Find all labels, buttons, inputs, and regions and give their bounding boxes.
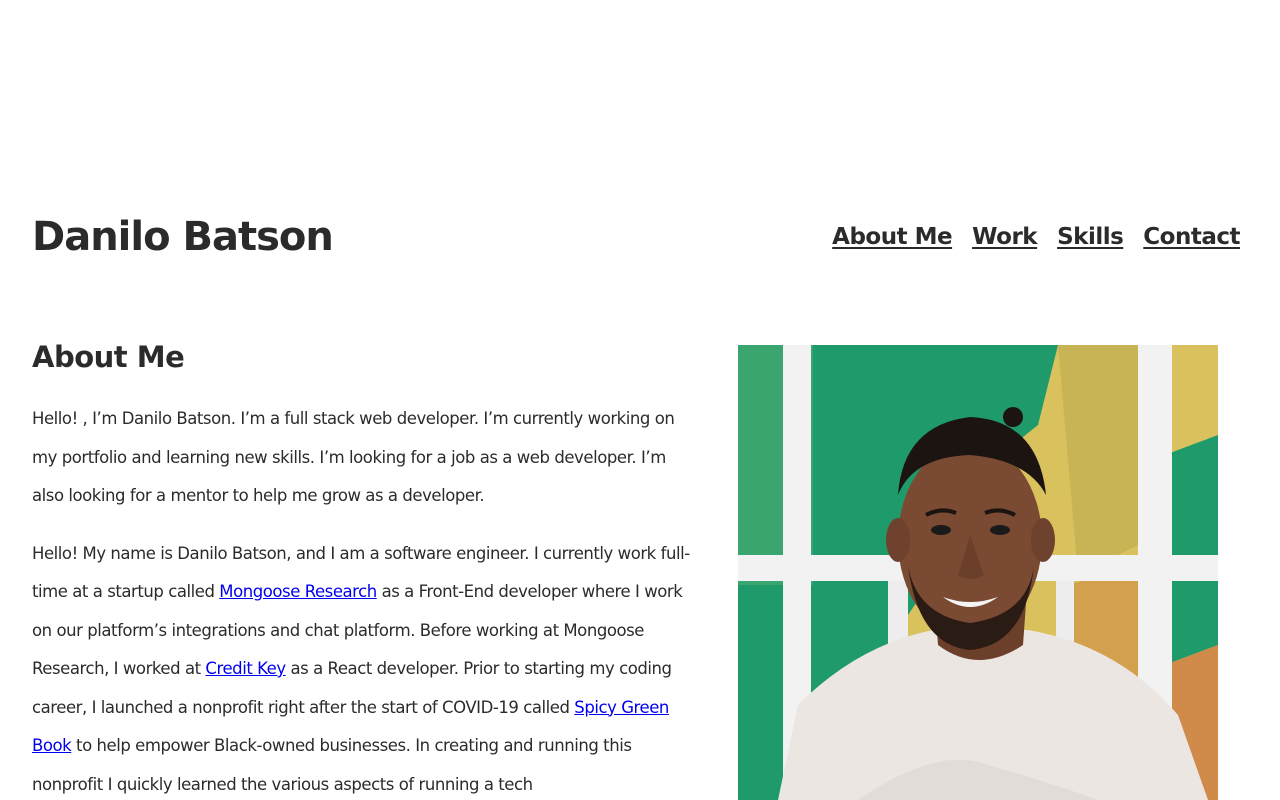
nav-link-contact[interactable]: Contact [1143, 224, 1240, 250]
main-nav: About Me Work Skills Contact [832, 224, 1240, 250]
about-heading: About Me [32, 340, 185, 374]
about-paragraph-1: Hello! , I’m Danilo Batson. I’m a full s… [32, 409, 675, 505]
credit-key-link[interactable]: Credit Key [205, 659, 286, 678]
site-header: Danilo Batson About Me Work Skills Conta… [32, 205, 1240, 269]
about-paragraph-2-text-4: to help empower Black-owned businesses. … [32, 736, 632, 794]
mongoose-research-link[interactable]: Mongoose Research [219, 582, 377, 601]
nav-link-work[interactable]: Work [972, 224, 1038, 250]
about-paragraph-2: Hello! My name is Danilo Batson, and I a… [32, 535, 702, 800]
page: Danilo Batson About Me Work Skills Conta… [0, 0, 1280, 800]
portrait-photo-icon [738, 345, 1218, 800]
nav-link-about-me[interactable]: About Me [832, 224, 952, 250]
nav-link-skills[interactable]: Skills [1057, 224, 1124, 250]
site-title: Danilo Batson [32, 214, 334, 260]
about-section: About Me Hello! , I’m Danilo Batson. I’m… [32, 340, 702, 800]
profile-photo [738, 345, 1218, 800]
